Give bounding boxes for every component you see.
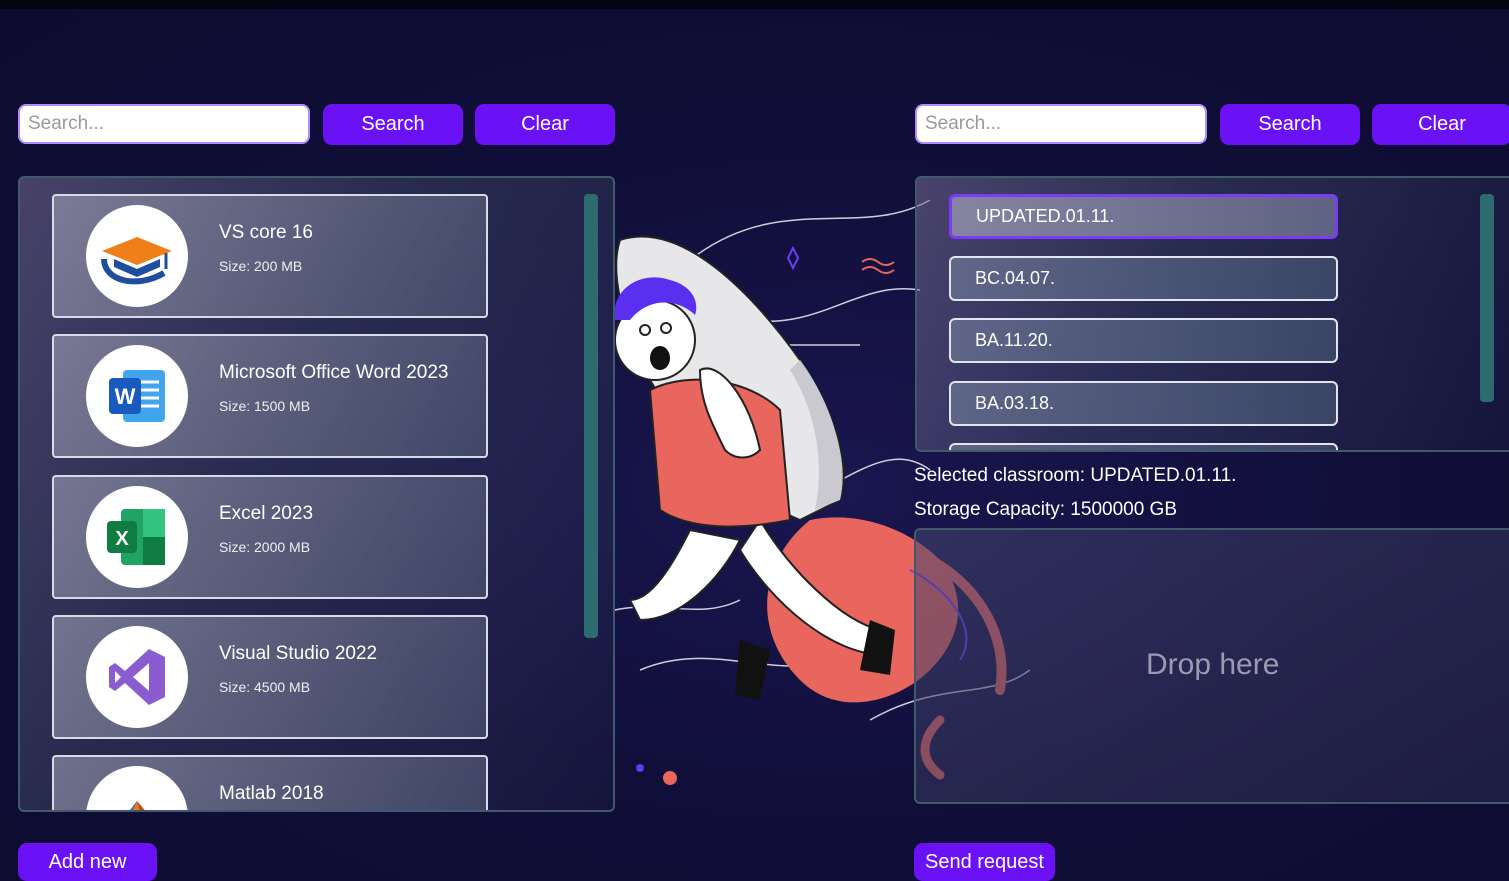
selected-classroom-text: Selected classroom: UPDATED.01.11. <box>914 465 1237 486</box>
graduation-cap-icon <box>86 205 188 307</box>
app-name: Microsoft Office Word 2023 <box>219 362 449 383</box>
send-request-button[interactable]: Send request <box>914 843 1055 881</box>
app-name: VS core 16 <box>219 222 313 243</box>
app-name: Excel 2023 <box>219 503 314 524</box>
drop-label: Drop here <box>1146 648 1280 681</box>
app-size: Size: 200 MB <box>219 258 303 274</box>
top-bar <box>0 0 1509 9</box>
app-size: Size: 2000 MB <box>219 539 311 555</box>
app-name: Matlab 2018 <box>219 783 324 804</box>
visual-studio-icon <box>86 626 188 728</box>
app-list-scrollbar[interactable] <box>584 194 598 638</box>
drop-zone[interactable]: Drop here <box>914 528 1509 804</box>
svg-text:W: W <box>115 384 136 409</box>
app-card[interactable]: Visual Studio 2022 Size: 4500 MB <box>52 615 488 739</box>
classroom-list-panel[interactable]: UPDATED.01.11. BC.04.07. BA.11.20. BA.03… <box>915 176 1509 452</box>
app-card[interactable]: VS core 16 Size: 200 MB <box>52 194 488 318</box>
word-icon: W <box>86 345 188 447</box>
classroom-item[interactable] <box>949 443 1338 450</box>
classroom-search-input[interactable] <box>915 104 1207 144</box>
svg-text:X: X <box>115 528 129 550</box>
classroom-item[interactable]: BA.11.20. <box>949 318 1338 363</box>
excel-icon: X <box>86 486 188 588</box>
app-card[interactable]: W Microsoft Office Word 2023 Size: 1500 … <box>52 334 488 458</box>
app-card[interactable]: Matlab 2018 <box>52 755 488 810</box>
app-name: Visual Studio 2022 <box>219 643 378 664</box>
app-clear-button[interactable]: Clear <box>475 104 615 145</box>
app-size: Size: 4500 MB <box>219 679 311 695</box>
matlab-icon <box>86 766 188 810</box>
app-search-input[interactable] <box>18 104 310 144</box>
app-search-button[interactable]: Search <box>323 104 463 145</box>
classroom-item[interactable]: BA.03.18. <box>949 381 1338 426</box>
app-size: Size: 1500 MB <box>219 398 311 414</box>
classroom-search-button[interactable]: Search <box>1220 104 1360 145</box>
app-list-panel[interactable]: VS core 16 Size: 200 MB W Microsoft Offi… <box>18 176 615 812</box>
classroom-clear-button[interactable]: Clear <box>1372 104 1509 145</box>
storage-capacity-text: Storage Capacity: 1500000 GB <box>914 499 1178 520</box>
add-new-button[interactable]: Add new <box>18 843 157 881</box>
app-card[interactable]: X Excel 2023 Size: 2000 MB <box>52 475 488 599</box>
classroom-item-selected[interactable]: UPDATED.01.11. <box>949 194 1338 239</box>
classroom-list-scrollbar[interactable] <box>1480 194 1494 402</box>
classroom-item[interactable]: BC.04.07. <box>949 256 1338 301</box>
